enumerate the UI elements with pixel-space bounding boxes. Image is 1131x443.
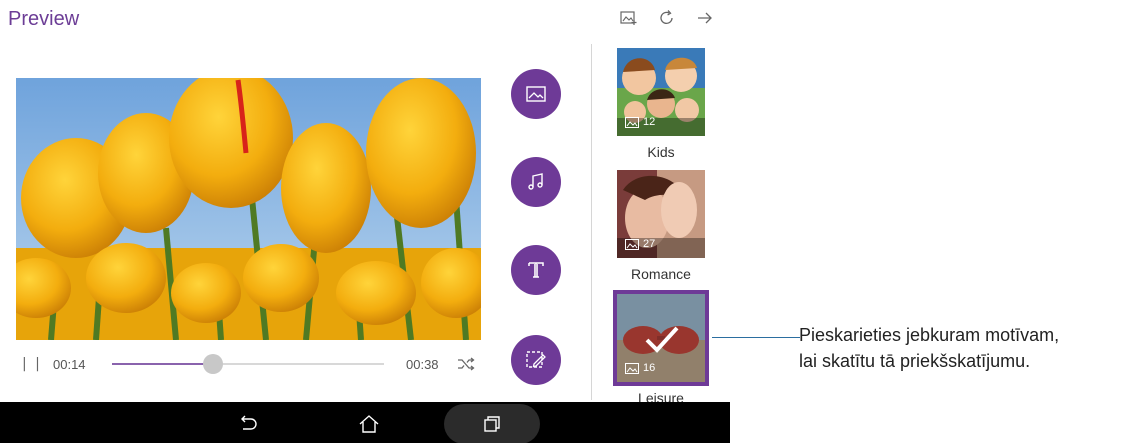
home-icon[interactable] [357, 412, 381, 436]
callout-line-1: Pieskarieties jebkuram motīvam, [799, 325, 1060, 345]
callout-text: Pieskarieties jebkuram motīvam, lai skat… [799, 322, 1129, 374]
callout-line [712, 337, 800, 338]
recent-apps-button[interactable] [444, 404, 540, 443]
theme-thumbnail: 16 [613, 290, 709, 386]
photo-count: 27 [625, 238, 655, 250]
seek-handle[interactable] [202, 354, 223, 374]
theme-leisure[interactable]: 16 Leisure [613, 290, 709, 406]
photos-button[interactable] [511, 69, 561, 119]
app-screen: Preview | | 00:14 00:38 12 Kids 27 Roman… [0, 0, 730, 443]
tulips-image [16, 78, 481, 340]
arrow-forward-icon[interactable] [696, 9, 714, 27]
pause-icon[interactable]: | | [22, 356, 42, 372]
music-note-icon [528, 173, 543, 190]
image-icon [526, 86, 546, 102]
seek-bar[interactable] [112, 354, 384, 374]
refresh-icon[interactable] [658, 9, 676, 27]
callout-line-2: lai skatītu tā priekšskatījumu. [799, 351, 1031, 371]
theme-kids[interactable]: 12 Kids [617, 48, 705, 160]
toolbar [620, 9, 714, 27]
theme-label: Romance [631, 266, 691, 282]
theme-label: Kids [647, 144, 675, 160]
back-icon[interactable] [236, 412, 260, 436]
photo-count: 16 [625, 362, 655, 374]
text-icon [528, 262, 544, 278]
shuffle-icon[interactable] [456, 354, 476, 374]
video-preview[interactable] [16, 78, 481, 340]
page-title: Preview [8, 8, 80, 30]
photo-count: 12 [625, 116, 655, 128]
effects-button[interactable] [511, 335, 561, 385]
system-nav-bar [0, 402, 730, 443]
theme-thumbnail: 27 [617, 170, 705, 258]
playback-controls: | | 00:14 00:38 [16, 352, 486, 376]
edit-film-icon [526, 351, 546, 368]
theme-romance[interactable]: 27 Romance [617, 170, 705, 282]
seek-progress [112, 363, 213, 365]
panel-divider [591, 44, 592, 400]
current-time: 00:14 [53, 357, 86, 372]
image-icon [625, 362, 639, 374]
add-photo-icon[interactable] [620, 9, 638, 27]
text-button[interactable] [511, 245, 561, 295]
image-icon [625, 238, 639, 250]
total-time: 00:38 [406, 357, 439, 372]
image-icon [625, 116, 639, 128]
theme-thumbnail: 12 [617, 48, 705, 136]
music-button[interactable] [511, 157, 561, 207]
recent-apps-icon [480, 412, 504, 436]
